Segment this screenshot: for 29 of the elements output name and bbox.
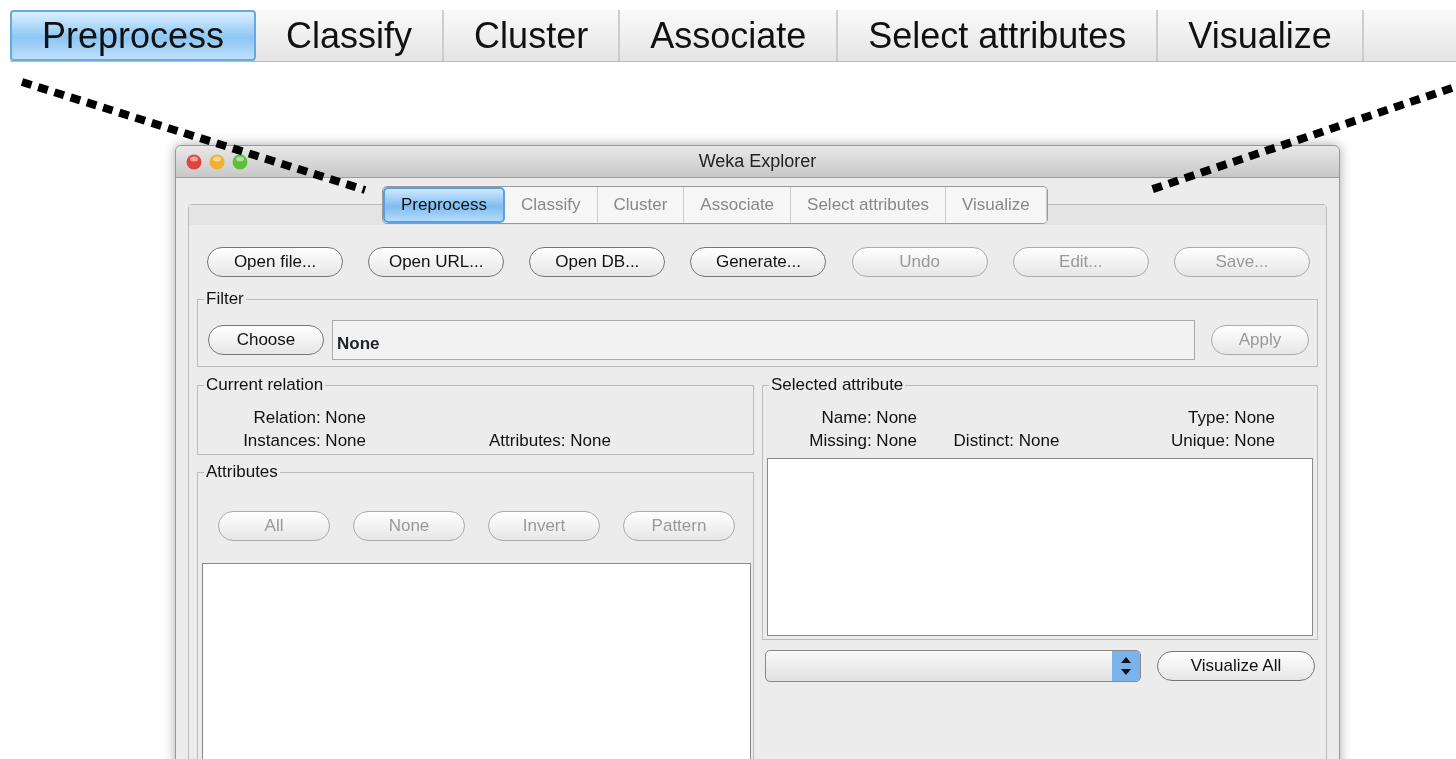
toolbar-button[interactable]: Generate... xyxy=(690,247,827,277)
info-label: Unique: None xyxy=(1171,430,1275,452)
tab[interactable]: Preprocess xyxy=(383,187,505,223)
filter-field[interactable]: None xyxy=(332,320,1195,360)
toolbar-button[interactable]: Open file... xyxy=(207,247,343,277)
info-label: Attributes: None xyxy=(489,430,611,452)
dropdown[interactable] xyxy=(765,650,1141,682)
info-label: Type: None xyxy=(1188,407,1275,429)
info-label: Name: None xyxy=(821,407,917,429)
tab[interactable]: Preprocess xyxy=(10,10,257,61)
tab[interactable]: Select attributes xyxy=(838,10,1159,61)
zoom-button[interactable] xyxy=(232,154,248,170)
choose-button[interactable]: Choose xyxy=(208,325,324,355)
info-label: Instances: None xyxy=(243,430,366,452)
minimize-button[interactable] xyxy=(209,154,225,170)
close-button[interactable] xyxy=(186,154,202,170)
toolbar-button[interactable]: Open DB... xyxy=(529,247,666,277)
window-title: Weka Explorer xyxy=(698,150,817,173)
tab[interactable]: Cluster xyxy=(444,10,621,61)
tab[interactable]: Associate xyxy=(620,10,839,61)
tab[interactable]: Visualize xyxy=(1158,10,1364,61)
attribute-list[interactable] xyxy=(202,563,751,759)
info-label: Relation: None xyxy=(253,407,366,429)
toolbar-button[interactable]: Open URL... xyxy=(368,247,505,277)
info-label: Missing: None xyxy=(809,430,917,452)
stepper-arrows-icon xyxy=(1112,651,1140,681)
visualize-all-button[interactable]: Visualize All xyxy=(1157,651,1315,681)
info-label: Distinct: None xyxy=(953,430,1060,452)
tab[interactable]: Classify xyxy=(256,10,445,61)
